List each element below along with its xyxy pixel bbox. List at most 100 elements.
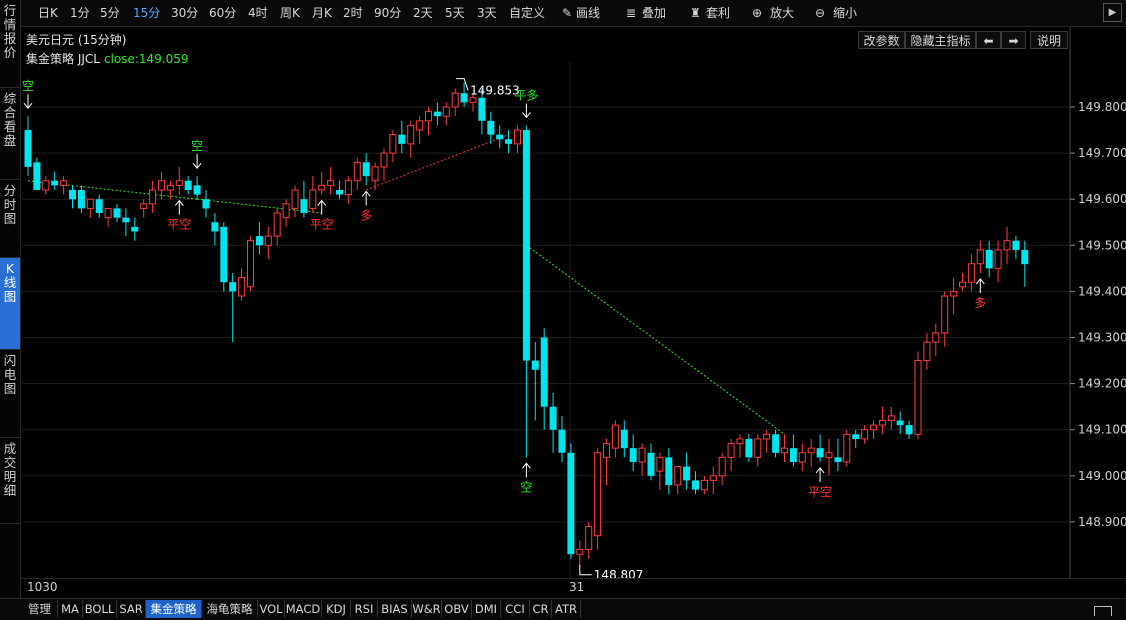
candle-body: [834, 457, 842, 462]
signal-arrow: [317, 199, 327, 215]
candle-body: [923, 341, 931, 362]
indicator-tab[interactable]: SAR: [117, 600, 146, 618]
overlay-button[interactable]: ≣ 叠加: [626, 0, 666, 26]
candle-body: [789, 448, 797, 462]
candle-body: [585, 526, 593, 551]
close-value: close:149.059: [103, 52, 189, 66]
period-button[interactable]: 月K: [312, 0, 332, 26]
candle-body: [353, 161, 361, 182]
candle-body: [745, 438, 753, 458]
period-button[interactable]: 3天: [477, 0, 497, 26]
period-button[interactable]: 4时: [248, 0, 268, 26]
signal-arrow: [522, 103, 531, 119]
zoom-in-button[interactable]: ⊕ 放大: [752, 0, 794, 26]
indicator-tab[interactable]: 海龟策略: [202, 600, 258, 618]
signal-arrow: [361, 190, 371, 206]
zoom-out-button[interactable]: ⊖ 缩小: [815, 0, 857, 26]
candle-body: [531, 360, 539, 370]
period-button[interactable]: 自定义: [509, 0, 545, 26]
y-tick-label: 149.100: [1078, 423, 1126, 437]
arbitrage-button[interactable]: ♜ 套利: [690, 0, 730, 26]
period-button[interactable]: 2时: [343, 0, 363, 26]
prev-arrow-button[interactable]: ⬅: [976, 31, 1001, 49]
candle-body: [629, 448, 637, 462]
edit-params-button[interactable]: 改参数: [858, 31, 905, 49]
period-button[interactable]: 60分: [209, 0, 236, 26]
y-tick-label: 149.400: [1078, 284, 1126, 298]
indicator-tab[interactable]: MA: [58, 600, 83, 618]
indicator-tab[interactable]: OBV: [442, 600, 472, 618]
signal-label: 空: [22, 79, 34, 93]
period-button[interactable]: 30分: [171, 0, 198, 26]
period-button[interactable]: 日K: [38, 0, 58, 26]
candle-body: [754, 438, 762, 458]
candle-body: [229, 282, 237, 292]
signal-arrow: [975, 278, 985, 293]
kline-chart[interactable]: 149.800 149.700 149.600 149.500 149.400 149.3…: [0, 0, 1126, 619]
candle-body: [647, 452, 655, 476]
signal-label: 平空: [808, 485, 832, 499]
signal-label: 平空: [310, 218, 334, 232]
candle-body: [487, 120, 495, 135]
y-tick-label: 149.000: [1078, 469, 1126, 483]
explain-button[interactable]: 说明: [1030, 31, 1068, 49]
sidebar-item[interactable]: 综合看盘: [0, 88, 20, 180]
period-button[interactable]: 周K: [280, 0, 300, 26]
candle-body: [460, 93, 468, 103]
signal-arrow: [522, 462, 531, 478]
candle-body: [309, 189, 317, 209]
time-axis-label: 31: [569, 580, 585, 594]
indicator-tab[interactable]: ATR: [552, 600, 581, 618]
window-corner-icon[interactable]: [1094, 606, 1112, 616]
indicator-tab[interactable]: 集金策略: [146, 600, 202, 618]
sidebar-item[interactable]: 成交明细: [0, 438, 20, 524]
candle-body: [60, 180, 68, 186]
draw-tool-button[interactable]: ✎ 画线: [562, 0, 600, 26]
sidebar-item[interactable]: 闪电图: [0, 350, 20, 438]
strategy-legend: 集金策略 JJCL close:149.059: [26, 50, 189, 67]
toolbar-scroll-right-button[interactable]: ▶: [1103, 3, 1122, 22]
sidebar-item[interactable]: 分时图: [0, 180, 20, 258]
indicator-tab[interactable]: MACD: [285, 600, 322, 618]
candle-body: [122, 217, 130, 223]
period-button[interactable]: 1分: [70, 0, 90, 26]
indicator-tab[interactable]: VOL: [258, 600, 285, 618]
sidebar-item[interactable]: 行情报价: [0, 0, 20, 88]
period-button[interactable]: 5天: [445, 0, 465, 26]
y-tick-label: 149.300: [1078, 331, 1126, 345]
candle-body: [700, 479, 708, 491]
y-tick-label: 149.500: [1078, 238, 1126, 252]
next-arrow-button[interactable]: ➡: [1001, 31, 1026, 49]
signal-label: 空: [520, 480, 532, 494]
indicator-tab[interactable]: DMI: [472, 600, 501, 618]
indicator-tab[interactable]: KDJ: [322, 600, 351, 618]
candle-body: [887, 415, 895, 421]
hide-main-indicator-button[interactable]: 隐藏主指标: [905, 31, 976, 49]
indicator-tab[interactable]: BIAS: [378, 600, 412, 618]
candle-body: [69, 189, 76, 200]
candle-body: [603, 443, 610, 458]
period-button[interactable]: 15分: [133, 0, 160, 26]
sidebar-item[interactable]: K线图: [0, 258, 20, 350]
period-button[interactable]: 2天: [413, 0, 433, 26]
candle-body: [514, 129, 521, 145]
candle-body: [264, 235, 272, 246]
candle-body: [878, 419, 886, 426]
period-button[interactable]: 5分: [100, 0, 120, 26]
candle-body: [985, 249, 993, 269]
indicator-tab[interactable]: CCI: [501, 600, 530, 618]
indicator-tab[interactable]: 管理: [22, 600, 58, 618]
indicator-tab[interactable]: RSI: [351, 600, 378, 618]
y-tick-label: 148.900: [1078, 515, 1126, 529]
indicator-tab[interactable]: W&R: [412, 600, 442, 618]
candle-body: [896, 420, 904, 426]
chart-title: 美元日元 (15分钟): [26, 33, 127, 47]
stack-icon: ≣: [626, 6, 637, 20]
candle-body: [656, 456, 664, 472]
candle-body: [336, 189, 343, 195]
indicator-tab[interactable]: CR: [530, 600, 552, 618]
period-button[interactable]: 90分: [374, 0, 401, 26]
candle-body: [416, 120, 424, 131]
indicator-tab[interactable]: BOLL: [83, 600, 117, 618]
candle-body: [318, 184, 326, 191]
